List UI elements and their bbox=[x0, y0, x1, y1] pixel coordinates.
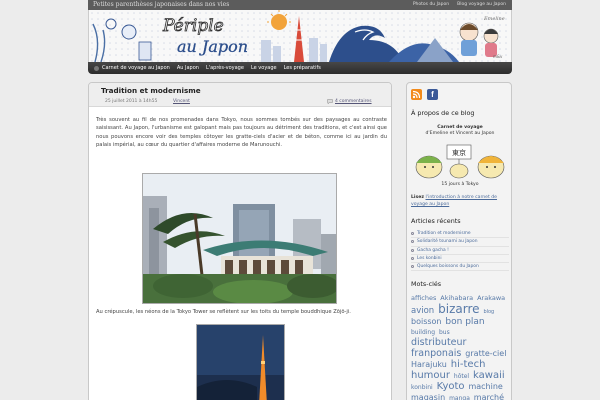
nav-item-le-voyage[interactable]: Le voyage bbox=[251, 65, 277, 71]
recent-posts-list: Tradition et modernisme Solidarité tsuna… bbox=[411, 230, 509, 272]
tag-link[interactable]: magasin bbox=[411, 393, 445, 400]
tag-link[interactable]: Harajuku bbox=[411, 360, 447, 369]
recent-post-label: Tradition et modernisme bbox=[417, 231, 471, 237]
recent-post-item[interactable]: Les konbini bbox=[411, 255, 509, 264]
tag-link[interactable]: blog bbox=[483, 309, 494, 315]
facebook-icon[interactable]: f bbox=[427, 89, 438, 100]
post-comments-link[interactable]: 4 commentaires bbox=[335, 99, 372, 104]
top-link-blog[interactable]: Blog voyage au Japon bbox=[457, 2, 506, 7]
bullet-icon bbox=[411, 257, 414, 261]
post-author-link[interactable]: Vincent bbox=[173, 99, 190, 104]
site-logo[interactable]: Périple au Japon bbox=[159, 12, 263, 58]
rss-icon[interactable] bbox=[411, 89, 422, 100]
tag-link[interactable]: hi-tech bbox=[451, 359, 486, 370]
svg-text:Emeline: Emeline bbox=[483, 16, 505, 22]
nav-item-label: Les préparatifs bbox=[283, 65, 321, 71]
recent-post-label: Quelques boissons du Japon bbox=[417, 264, 479, 270]
comment-icon bbox=[327, 99, 333, 104]
recent-post-label: Solidarité tsunami au Japon bbox=[417, 239, 478, 245]
recent-post-item[interactable]: Solidarité tsunami au Japon bbox=[411, 238, 509, 247]
tag-link[interactable]: affiches bbox=[411, 294, 436, 302]
tag-link[interactable]: bizarre bbox=[438, 302, 479, 316]
photo-caption: Au crépuscule, les néons de la Tokyo Tow… bbox=[96, 309, 351, 315]
post-date: 25 juillet 2011 à 14h55 bbox=[105, 99, 158, 104]
nav-item-label: Le voyage bbox=[250, 65, 277, 71]
tag-link[interactable]: hôtel bbox=[454, 373, 469, 380]
header-banner: Emeline m&v Périple au Japon bbox=[88, 10, 512, 62]
nav-bullet-icon bbox=[94, 65, 99, 71]
intro-link-block: Lisez l'introduction à notre carnet de v… bbox=[411, 195, 509, 208]
nav-item-label: L'après-voyage bbox=[205, 65, 244, 71]
photo-imperial-palace[interactable] bbox=[142, 173, 337, 304]
svg-text:au Japon: au Japon bbox=[177, 37, 248, 56]
nav-item-au-japon[interactable]: Au Japon bbox=[177, 65, 199, 71]
recent-post-item[interactable]: Gacha gacha ! bbox=[411, 247, 509, 255]
photo-tokyo-tower[interactable] bbox=[196, 324, 285, 400]
tag-link[interactable]: manga bbox=[449, 395, 470, 400]
post-body: Très souvent au fil de nos promenades da… bbox=[96, 117, 387, 148]
tag-link[interactable]: distributeur bbox=[411, 337, 466, 348]
post-header: Tradition et modernisme 25 juillet 2011 … bbox=[89, 83, 391, 107]
tag-link[interactable]: building bbox=[411, 329, 435, 336]
recent-post-item[interactable]: Tradition et modernisme bbox=[411, 230, 509, 239]
nav-item-label: Au Japon bbox=[176, 65, 199, 71]
nav-item-preparatifs[interactable]: Les préparatifs bbox=[284, 65, 321, 71]
bullet-icon bbox=[411, 248, 414, 252]
tag-link[interactable]: Arakawa bbox=[477, 294, 505, 302]
tag-link[interactable]: boisson bbox=[411, 317, 442, 326]
svg-text:Périple: Périple bbox=[162, 16, 224, 36]
bullet-icon bbox=[411, 240, 414, 244]
intro-link[interactable]: l'introduction à notre carnet de voyage … bbox=[411, 195, 497, 207]
read-label: Lisez bbox=[411, 195, 425, 200]
sidebar: f À propos de ce blog Carnet de voyage d… bbox=[406, 82, 512, 400]
tag-cloud: affiches Akihabara Arakawa avion bizarre… bbox=[411, 293, 510, 400]
recent-post-label: Gacha gacha ! bbox=[417, 247, 449, 253]
mascots-illustration: 東京 bbox=[411, 143, 509, 179]
tag-link[interactable]: franponais bbox=[411, 348, 461, 359]
site-tagline: Petites parenthèses japonaises dans nos … bbox=[93, 1, 230, 8]
top-bar: Petites parenthèses japonaises dans nos … bbox=[88, 0, 512, 10]
tag-link[interactable]: Kyoto bbox=[437, 381, 465, 392]
bullet-icon bbox=[411, 232, 414, 236]
tag-link[interactable]: Akihabara bbox=[440, 294, 473, 302]
tag-link[interactable]: bon plan bbox=[445, 317, 484, 327]
tag-link[interactable]: konbini bbox=[411, 384, 433, 391]
tag-link[interactable]: gratte-ciel bbox=[465, 349, 506, 358]
about-title: À propos de ce blog bbox=[411, 109, 475, 117]
nav-item-label: Carnet de voyage au Japon bbox=[102, 65, 170, 71]
carnet-title: Carnet de voyage bbox=[437, 125, 483, 130]
tag-link[interactable]: humour bbox=[411, 370, 450, 381]
tag-link[interactable]: bus bbox=[439, 329, 450, 336]
main-nav: Carnet de voyage au Japon Au Japon L'apr… bbox=[88, 62, 512, 74]
banner-illustration: Emeline m&v bbox=[89, 10, 511, 62]
post-article: Tradition et modernisme 25 juillet 2011 … bbox=[88, 82, 392, 400]
bullet-icon bbox=[411, 265, 414, 269]
social-links: f bbox=[411, 89, 438, 100]
recent-post-item[interactable]: Quelques boissons du Japon bbox=[411, 263, 509, 272]
recent-title: Articles récents bbox=[411, 217, 461, 225]
tags-title: Mots-clés bbox=[411, 280, 442, 288]
recent-post-label: Les konbini bbox=[417, 256, 442, 262]
top-links: Photos du Japon Blog voyage au Japon bbox=[413, 2, 506, 7]
nav-item-carnet[interactable]: Carnet de voyage au Japon bbox=[94, 65, 170, 71]
post-title[interactable]: Tradition et modernisme bbox=[101, 86, 201, 95]
carnet-subtitle: d'Emeline et Vincent au Japon bbox=[425, 131, 495, 136]
mascot-sign-text: 東京 bbox=[452, 148, 466, 157]
tag-link[interactable]: avion bbox=[411, 306, 434, 316]
tag-link[interactable]: marché bbox=[474, 393, 504, 400]
tag-link[interactable]: kawaii bbox=[473, 370, 505, 381]
trip-duration: 15 jours à Tokyo bbox=[441, 182, 479, 187]
nav-item-apres-voyage[interactable]: L'après-voyage bbox=[206, 65, 244, 71]
tag-link[interactable]: machine bbox=[468, 382, 502, 391]
top-link-photos[interactable]: Photos du Japon bbox=[413, 2, 449, 7]
svg-text:m&v: m&v bbox=[493, 54, 503, 59]
about-carnet: Carnet de voyage d'Emeline et Vincent au… bbox=[409, 125, 511, 137]
